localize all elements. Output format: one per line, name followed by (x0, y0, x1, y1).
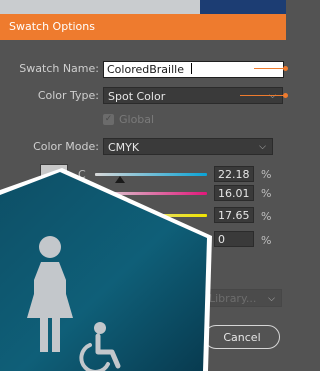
color-type-label: Color Type: (37, 89, 99, 102)
black-slider-thumb[interactable] (90, 241, 100, 248)
black-slider-track[interactable] (95, 238, 207, 241)
channel-c-label: C (78, 168, 86, 181)
callout-line-name (254, 68, 284, 69)
color-preview-swatch (40, 164, 68, 192)
cyan-unit: % (261, 168, 272, 181)
swatch-name-input[interactable]: ColoredBraille (103, 61, 284, 78)
background-window-light (0, 0, 200, 14)
channel-k-label: K (78, 236, 86, 249)
cyan-slider-track[interactable] (95, 173, 207, 176)
yellow-slider-thumb[interactable] (109, 217, 120, 224)
yellow-unit: % (261, 210, 272, 223)
background-window-strip (0, 0, 286, 14)
cancel-button[interactable]: Cancel (204, 325, 280, 349)
magenta-unit: % (261, 187, 272, 200)
callout-dot-type (283, 93, 288, 98)
chevron-down-icon: ⌵ (268, 294, 275, 304)
previous-color-swatch (56, 200, 68, 212)
cyan-value-input[interactable]: 22.18 (214, 166, 254, 182)
callout-line-type (240, 95, 284, 96)
global-checkbox[interactable]: ✓ (103, 114, 114, 125)
dialog-titlebar: Swatch Options (0, 14, 286, 40)
color-mode-select[interactable]: CMYK ⌵ (103, 138, 273, 155)
swatch-name-label: Swatch Name: (19, 62, 99, 75)
channel-m-label: M (78, 187, 88, 200)
dialog-title: Swatch Options (9, 20, 95, 33)
magenta-value-input[interactable]: 16.01 (214, 185, 254, 201)
checkmark-icon: ✓ (104, 114, 113, 124)
chevron-down-icon: ⌵ (269, 91, 276, 101)
color-mode-value: CMYK (108, 141, 140, 154)
magenta-slider-thumb[interactable] (107, 195, 118, 202)
library-value: Library... (209, 292, 257, 305)
callout-dot-name (283, 66, 288, 71)
black-unit: % (261, 234, 272, 247)
chevron-down-icon: ⌵ (259, 142, 266, 152)
text-caret (191, 63, 192, 74)
channel-y-label: Y (78, 210, 85, 223)
color-mode-label: Color Mode: (33, 140, 99, 153)
black-value-input[interactable]: 0 (214, 231, 254, 247)
color-type-value: Spot Color (108, 90, 166, 103)
cyan-slider-thumb[interactable] (114, 176, 125, 183)
library-select[interactable]: Library... ⌵ (204, 289, 282, 307)
global-label: Global (119, 113, 155, 126)
yellow-value-input[interactable]: 17.65 (214, 207, 254, 223)
